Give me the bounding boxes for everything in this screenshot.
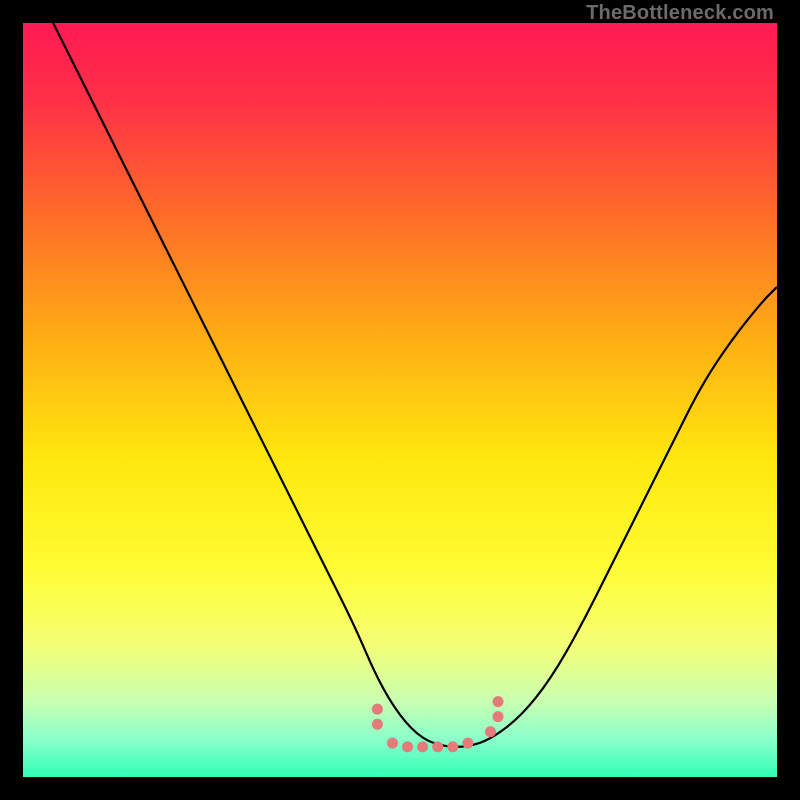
marker-dot (432, 741, 443, 752)
marker-dot (493, 711, 504, 722)
bottom-stripes (23, 626, 777, 777)
marker-dot (402, 741, 413, 752)
marker-dot (493, 696, 504, 707)
bottleneck-chart (23, 23, 777, 777)
marker-dot (372, 704, 383, 715)
marker-dot (387, 738, 398, 749)
marker-dot (372, 719, 383, 730)
watermark-text: TheBottleneck.com (586, 2, 774, 25)
chart-frame (23, 23, 777, 777)
marker-dot (417, 741, 428, 752)
marker-dot (485, 726, 496, 737)
marker-dot (462, 738, 473, 749)
marker-dot (447, 741, 458, 752)
